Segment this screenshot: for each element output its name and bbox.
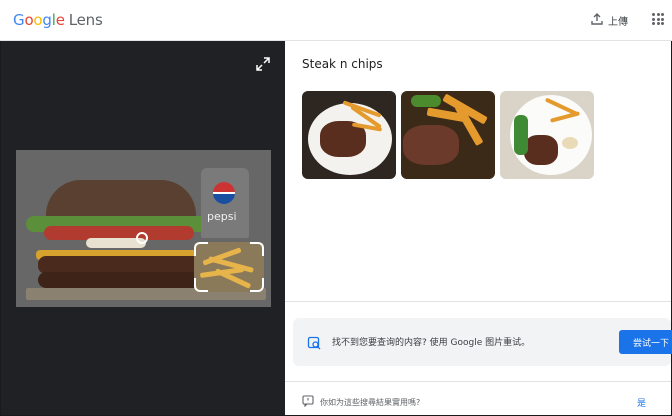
result-thumbnail[interactable] bbox=[302, 91, 396, 179]
pepsi-logo bbox=[213, 182, 235, 204]
feedback-icon bbox=[302, 395, 314, 409]
thumbnail-row bbox=[302, 91, 594, 179]
result-title: Steak n chips bbox=[302, 57, 383, 71]
feedback-row: 你如为這些搜尋結果實用嗎? bbox=[302, 395, 420, 409]
not-found-banner: 找不到您要查询的内容? 使用 Google 图片重试。 尝试一下 bbox=[293, 318, 672, 366]
cup-brand-text: pepsi bbox=[207, 210, 237, 223]
section-divider bbox=[285, 381, 671, 382]
apps-grid-icon[interactable] bbox=[652, 13, 664, 25]
object-dot[interactable] bbox=[136, 232, 148, 244]
expand-icon[interactable] bbox=[256, 56, 270, 71]
product-name: Lens bbox=[68, 11, 103, 29]
burger-bun bbox=[46, 180, 196, 220]
image-search-icon bbox=[307, 335, 321, 350]
upload-icon bbox=[590, 12, 604, 29]
app-header: Google Lens 上傳 bbox=[0, 0, 672, 41]
feedback-yes-button[interactable]: 是 bbox=[637, 396, 646, 409]
results-pane: Steak n chips 找不到您要查询的内容? 使用 Google 图片重试… bbox=[285, 41, 672, 415]
pepsi-cup: pepsi bbox=[201, 168, 249, 238]
query-image[interactable]: pepsi bbox=[16, 150, 271, 307]
upload-label: 上傳 bbox=[608, 17, 628, 28]
not-found-text: 找不到您要查询的内容? 使用 Google 图片重试。 bbox=[332, 338, 531, 348]
fries-selection[interactable] bbox=[194, 242, 264, 292]
result-thumbnail[interactable] bbox=[401, 91, 495, 179]
google-lens-logo[interactable]: Google Lens bbox=[13, 11, 103, 29]
image-pane: pepsi bbox=[1, 41, 285, 415]
section-divider bbox=[285, 301, 671, 302]
upload-button[interactable]: 上傳 bbox=[590, 12, 628, 29]
feedback-question: 你如为這些搜尋結果實用嗎? bbox=[320, 397, 421, 407]
result-thumbnail[interactable] bbox=[500, 91, 594, 179]
burger-patty bbox=[38, 272, 208, 288]
try-again-button[interactable]: 尝试一下 bbox=[619, 330, 672, 354]
